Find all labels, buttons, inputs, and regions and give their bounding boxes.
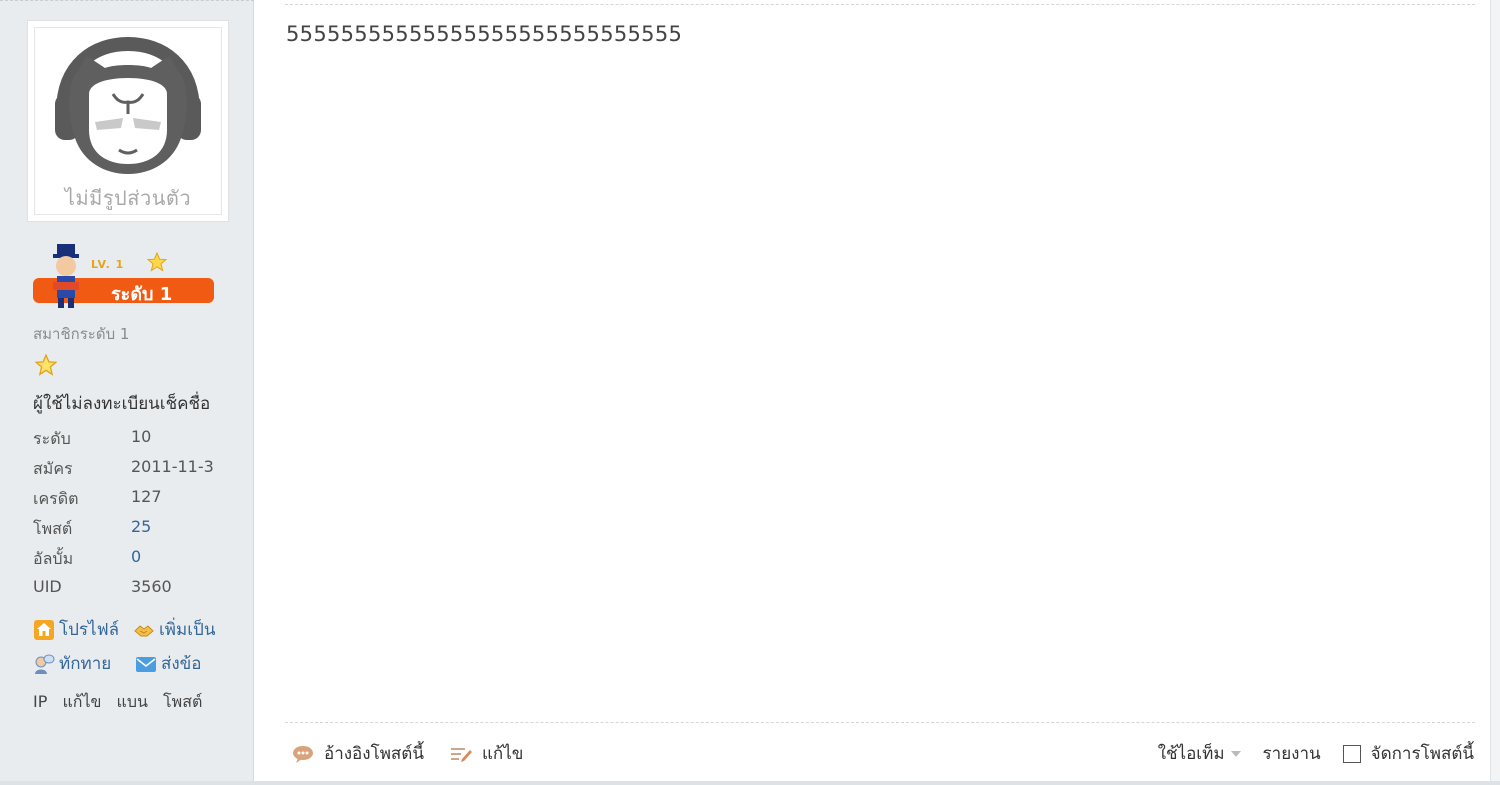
avatar-frame: ไม่มีรูปส่วนตัว (34, 27, 222, 215)
admin-edit-link[interactable]: แก้ไข (62, 692, 101, 711)
action-row: โปรไฟล์ เพิ่มเป็น (33, 614, 248, 648)
stat-value: 3560 (131, 577, 172, 596)
post-top-divider (285, 4, 1475, 5)
stat-row: สมัคร 2011-11-3 (33, 455, 233, 485)
default-avatar-icon (55, 36, 201, 174)
action-row: ทักทาย ส่งข้อ (33, 648, 248, 682)
manage-post-label: จัดการโพสต์นี้ (1370, 744, 1474, 764)
stat-row: UID 3560 (33, 575, 233, 605)
report-link[interactable]: รายงาน (1263, 740, 1321, 767)
greet-label: ทักทาย (59, 654, 112, 674)
home-icon (34, 619, 54, 640)
stat-label: สมัคร (33, 459, 73, 478)
member-level: สมาชิกระดับ 1 (33, 325, 130, 343)
admin-links: IP แก้ไข แบน โพสต์ (33, 690, 212, 715)
manage-post-checkbox[interactable] (1342, 745, 1361, 763)
user-stats: ระดับ 10 สมัคร 2011-11-3 เครดิต 127 โพสต… (33, 425, 233, 605)
send-message-link[interactable]: ส่งข้อ (135, 650, 202, 677)
profile-label: โปรไฟล์ (59, 620, 120, 640)
rank-badge: LV. 1 ระดับ 1 (33, 242, 217, 308)
stat-row: อัลบั้ม 0 (33, 545, 233, 575)
avatar-caption: ไม่มีรูปส่วนตัว (64, 186, 192, 210)
speech-person-icon (35, 654, 55, 674)
send-message-label: ส่งข้อ (161, 654, 202, 674)
stat-label: ระดับ (33, 429, 71, 448)
chevron-down-icon (1230, 751, 1241, 757)
user-sidebar: ไม่มีรูปส่วนตัว LV. 1 ระดับ 1 สมาชิกระดั… (0, 0, 254, 785)
stat-label: โพสต์ (33, 519, 73, 538)
stat-label: อัลบั้ม (33, 549, 74, 568)
edit-button[interactable]: แก้ไข (450, 740, 523, 767)
use-item-label: ใช้ไอเท็ม (1157, 744, 1225, 764)
manage-post-control[interactable]: จัดการโพสต์นี้ (1342, 740, 1474, 767)
stat-value-posts-link[interactable]: 25 (131, 517, 151, 536)
sidebar-divider (0, 0, 254, 4)
post-actions-right: ใช้ไอเท็ม รายงาน จัดการโพสต์นี้ (1158, 740, 1474, 767)
envelope-icon (136, 656, 156, 672)
edit-label: แก้ไข (481, 744, 524, 764)
stat-label: เครดิต (33, 489, 79, 508)
bottom-edge-bar (0, 781, 1500, 785)
greet-link[interactable]: ทักทาย (33, 650, 111, 677)
admin-ban-link[interactable]: แบน (117, 692, 148, 711)
custom-title: ผู้ใช้ไม่ลงทะเบียนเช็คชื่อ (33, 394, 211, 414)
admin-ip-link[interactable]: IP (33, 692, 47, 711)
add-friend-link[interactable]: เพิ่มเป็น (133, 616, 215, 643)
stat-value: 10 (131, 427, 152, 446)
stat-value: 127 (131, 487, 162, 506)
add-friend-label: เพิ่มเป็น (159, 620, 216, 640)
avatar[interactable]: ไม่มีรูปส่วนตัว (27, 20, 229, 222)
right-edge-bar (1490, 0, 1500, 785)
star-icon (147, 252, 167, 272)
use-item-dropdown[interactable]: ใช้ไอเท็ม (1158, 740, 1241, 767)
stat-label: UID (33, 577, 62, 596)
post-actions-left: อ้างอิงโพสต์นี้ แก้ไข (292, 740, 523, 767)
admin-posts-link[interactable]: โพสต์ (163, 692, 202, 711)
stat-value: 2011-11-3 (131, 457, 214, 476)
quote-button[interactable]: อ้างอิงโพสต์นี้ (292, 740, 424, 767)
profile-link[interactable]: โปรไฟล์ (33, 616, 119, 643)
stat-row: ระดับ 10 (33, 425, 233, 455)
user-actions: โปรไฟล์ เพิ่มเป็น ทักทาย ส่งข้อ (33, 614, 248, 682)
post-content: 55555555555555555555555555555 (286, 22, 683, 46)
edit-icon (450, 747, 472, 762)
stat-value-albums-link[interactable]: 0 (131, 547, 141, 566)
quote-label: อ้างอิงโพสต์นี้ (324, 744, 424, 764)
quote-icon (293, 745, 313, 763)
star-icon (35, 354, 57, 376)
mascot-icon (53, 244, 79, 308)
stat-row: โพสต์ 25 (33, 515, 233, 545)
post-bottom-divider (285, 722, 1475, 723)
rank-pill-label: ระดับ 1 (111, 284, 173, 305)
handshake-icon (134, 624, 154, 636)
stat-row: เครดิต 127 (33, 485, 233, 515)
